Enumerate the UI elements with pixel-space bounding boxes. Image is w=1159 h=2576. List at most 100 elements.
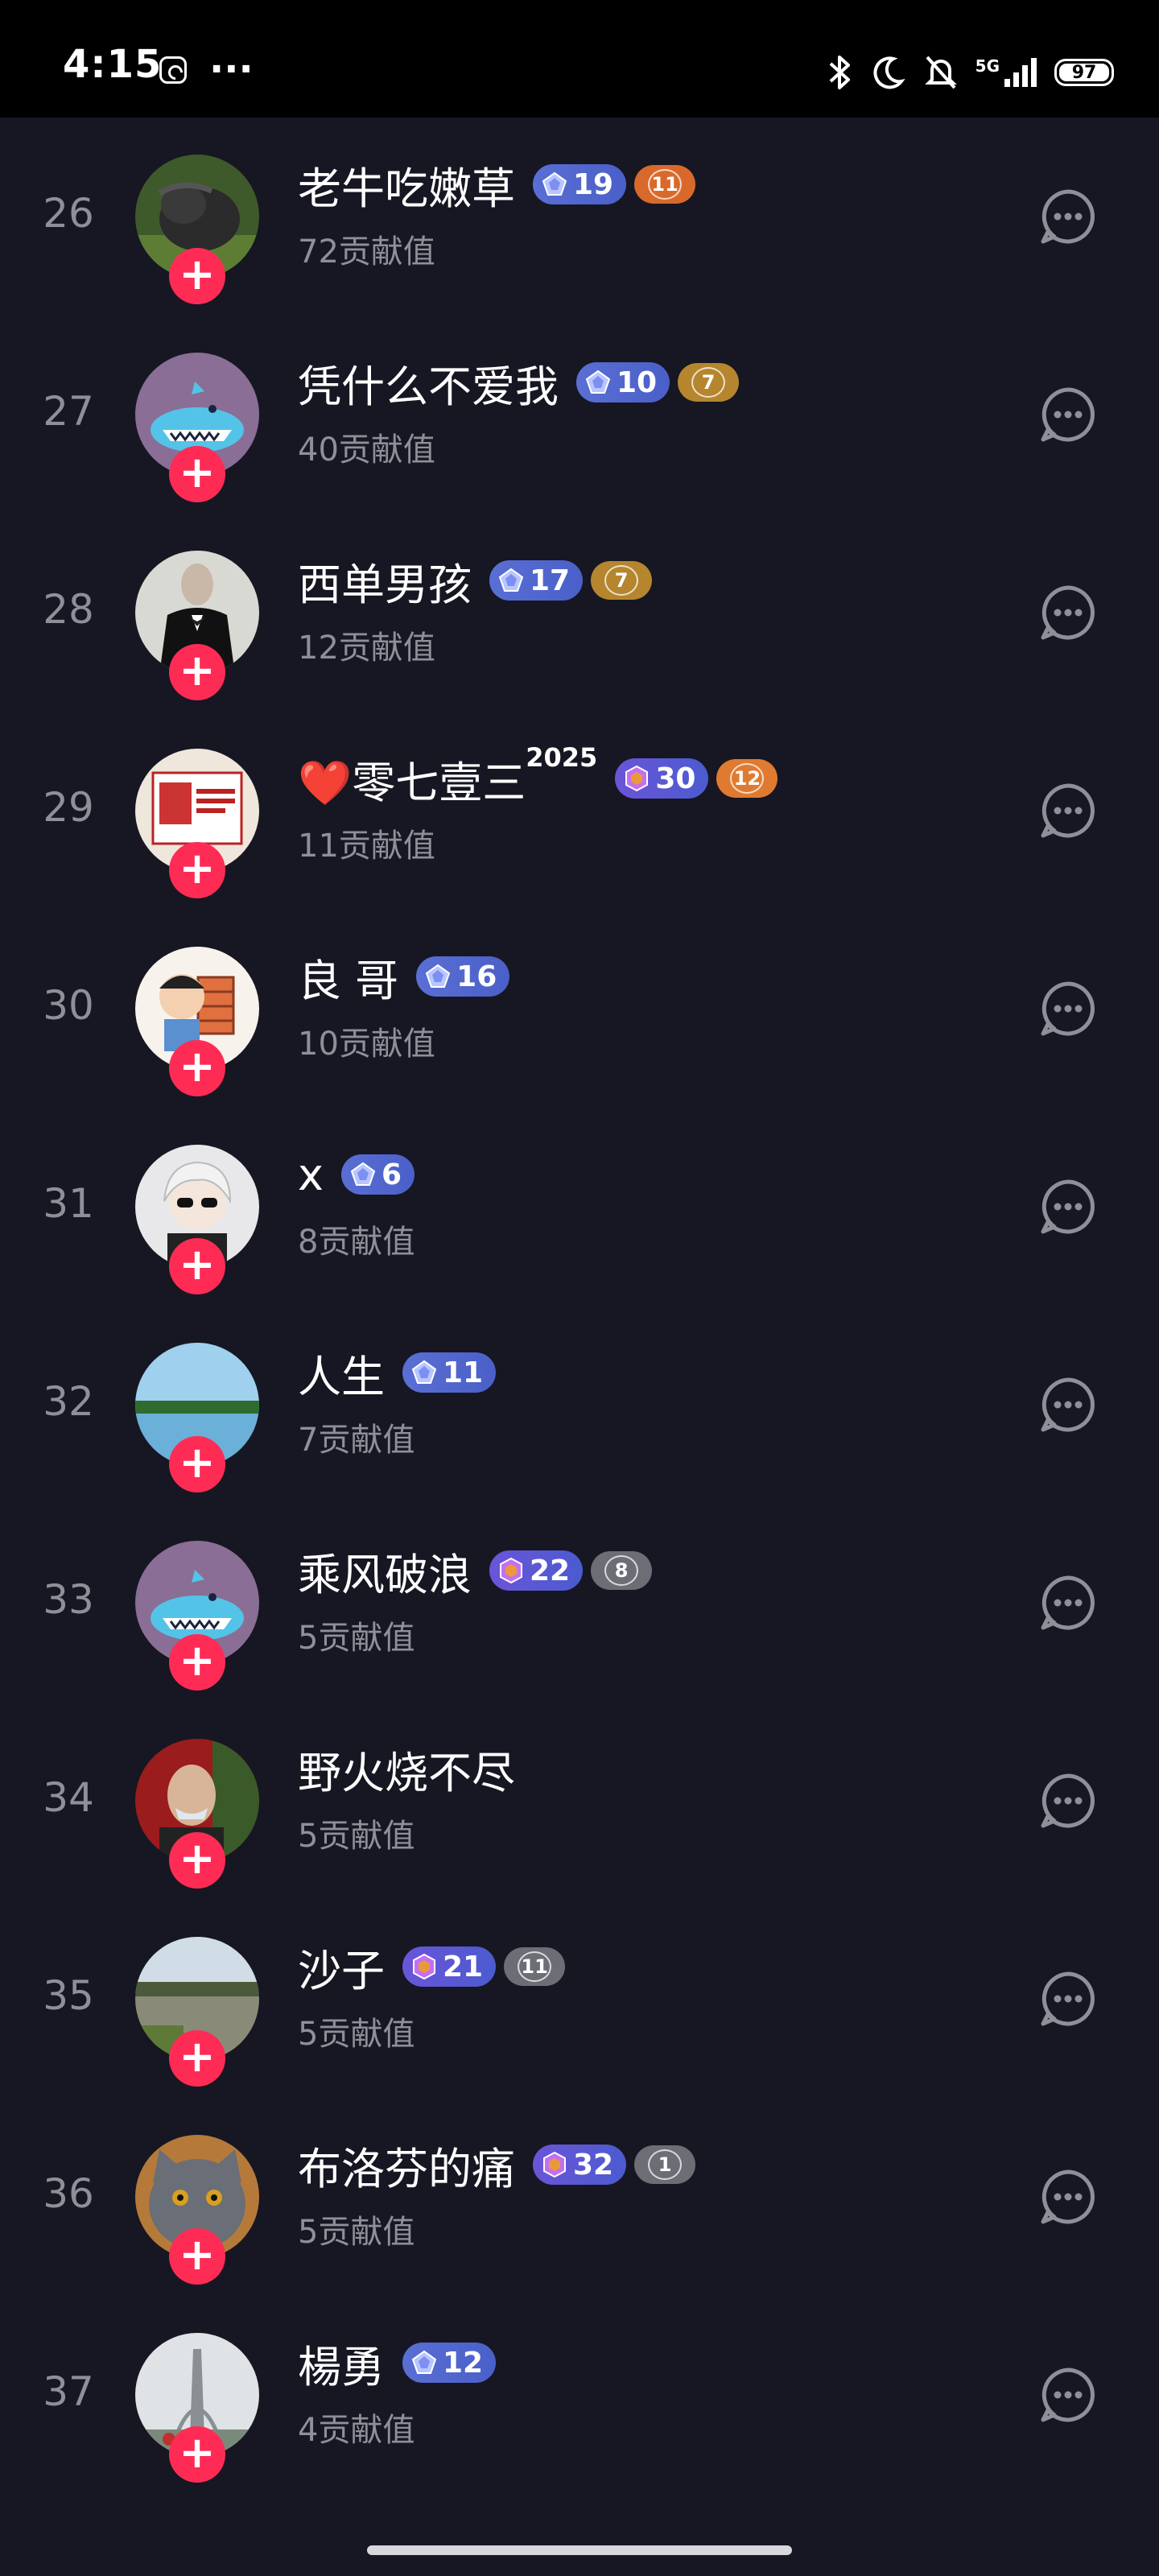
- contribution-value: 40贡献值: [298, 431, 435, 469]
- follow-button[interactable]: +: [169, 842, 225, 898]
- list-item[interactable]: 35 + 沙子 21 11 5贡献值: [0, 1900, 1159, 2098]
- rank-number: 29: [43, 784, 94, 831]
- list-item[interactable]: 26 + 老牛吃嫩草 19 11 72贡献值: [0, 118, 1159, 316]
- message-icon[interactable]: [1038, 1375, 1098, 1435]
- user-name-text: 人生: [298, 1351, 385, 1402]
- purple-gem-icon: [410, 1953, 438, 1980]
- list-item[interactable]: 34 + 野火烧不尽 5贡献值: [0, 1702, 1159, 1900]
- home-indicator[interactable]: [367, 2545, 792, 2555]
- message-icon[interactable]: [1038, 583, 1098, 642]
- user-level-value: 30: [655, 762, 696, 795]
- user-level-badge: 30: [615, 758, 709, 799]
- user-level-badge: 32: [533, 2145, 627, 2185]
- user-level-value: 21: [443, 1950, 484, 1984]
- list-item[interactable]: 31 + x 6 8贡献值: [0, 1108, 1159, 1306]
- user-name[interactable]: 乘风破浪: [298, 1539, 472, 1603]
- message-icon[interactable]: [1038, 1771, 1098, 1831]
- app-notification-icon: [159, 56, 187, 84]
- user-level-value: 12: [443, 2346, 484, 2380]
- user-name-text: 凭什么不爱我: [298, 361, 559, 412]
- user-level-value: 16: [456, 960, 497, 993]
- user-level-badge: 21: [402, 1946, 497, 1987]
- name-line: 沙子 21 11: [298, 1938, 566, 1996]
- rank-number: 28: [43, 586, 94, 633]
- user-name[interactable]: 良 哥: [298, 945, 398, 1009]
- follow-button[interactable]: +: [169, 1040, 225, 1096]
- message-icon[interactable]: [1038, 2167, 1098, 2227]
- follow-button[interactable]: +: [169, 1436, 225, 1492]
- user-level-value: 11: [443, 1356, 484, 1389]
- list-item[interactable]: 36 + 布洛芬的痛 32 1 5贡献值: [0, 2098, 1159, 2296]
- message-icon[interactable]: [1038, 1969, 1098, 2029]
- follow-button[interactable]: +: [169, 1238, 225, 1294]
- fan-club-badge: 7: [678, 363, 740, 402]
- fan-club-badge: 7: [591, 561, 653, 600]
- user-level-badge: 6: [340, 1154, 415, 1195]
- message-icon[interactable]: [1038, 385, 1098, 444]
- list-item[interactable]: 29 + ❤️零七壹三2025 30 12 11贡献值: [0, 712, 1159, 910]
- user-level-badge: 11: [402, 1352, 497, 1393]
- purple-gem-icon: [623, 765, 650, 792]
- follow-button[interactable]: +: [169, 446, 225, 502]
- user-level-value: 19: [573, 167, 614, 201]
- message-icon[interactable]: [1038, 187, 1098, 246]
- list-item[interactable]: 30 + 良 哥 16 10贡献值: [0, 910, 1159, 1108]
- diamond-gem-icon: [497, 567, 525, 594]
- fan-club-level: 12: [730, 763, 765, 794]
- follow-button[interactable]: +: [169, 1634, 225, 1690]
- follow-button[interactable]: +: [169, 2030, 225, 2087]
- contribution-value: 11贡献值: [298, 828, 435, 865]
- follow-button[interactable]: +: [169, 1832, 225, 1889]
- mute-bell-icon: [924, 56, 957, 89]
- diamond-gem-icon: [410, 2349, 438, 2376]
- user-name[interactable]: ❤️零七壹三2025: [298, 742, 597, 811]
- user-name-text: ❤️零七壹三: [298, 757, 526, 808]
- message-icon[interactable]: [1038, 979, 1098, 1038]
- rank-number: 35: [43, 1972, 94, 2019]
- user-name[interactable]: 人生: [298, 1341, 385, 1405]
- user-name[interactable]: 沙子: [298, 1935, 385, 1999]
- message-icon[interactable]: [1038, 2365, 1098, 2425]
- list-item[interactable]: 37 + 楊勇 12 4贡献值: [0, 2296, 1159, 2494]
- fan-club-level: 11: [648, 169, 683, 200]
- user-name-text: 野火烧不尽: [298, 1747, 515, 1798]
- user-name[interactable]: 西单男孩: [298, 549, 472, 613]
- user-name[interactable]: 楊勇: [298, 2331, 385, 2395]
- message-icon[interactable]: [1038, 1573, 1098, 1633]
- follow-button[interactable]: +: [169, 248, 225, 304]
- message-icon[interactable]: [1038, 1177, 1098, 1236]
- name-line: 凭什么不爱我 10 7: [298, 354, 740, 412]
- rank-number: 34: [43, 1774, 94, 1821]
- list-item[interactable]: 32 + 人生 11 7贡献值: [0, 1306, 1159, 1504]
- contribution-value: 5贡献值: [298, 1620, 415, 1657]
- user-name[interactable]: 野火烧不尽: [298, 1737, 515, 1801]
- list-item[interactable]: 33 + 乘风破浪 22 8 5贡献值: [0, 1504, 1159, 1702]
- follow-button[interactable]: +: [169, 2228, 225, 2285]
- contribution-value: 12贡献值: [298, 630, 435, 667]
- name-line: 野火烧不尽: [298, 1740, 515, 1798]
- follow-button[interactable]: +: [169, 2426, 225, 2483]
- fan-club-badge: 8: [591, 1551, 653, 1590]
- user-level-badge: 19: [533, 164, 627, 204]
- list-item[interactable]: 28 + 西单男孩 17 7 12贡献值: [0, 514, 1159, 712]
- rank-number: 37: [43, 2368, 94, 2415]
- message-icon[interactable]: [1038, 781, 1098, 840]
- user-name[interactable]: 老牛吃嫩草: [298, 153, 515, 217]
- list-item[interactable]: 27 + 凭什么不爱我 10 7 40贡献值: [0, 316, 1159, 514]
- fan-club-level: 7: [604, 565, 639, 596]
- user-name-text: 布洛芬的痛: [298, 2143, 515, 2194]
- name-line: 楊勇 12: [298, 2334, 497, 2392]
- follow-button[interactable]: +: [169, 644, 225, 700]
- user-name[interactable]: x: [298, 1150, 324, 1200]
- user-name-text: 楊勇: [298, 2341, 385, 2392]
- name-line: 西单男孩 17 7: [298, 552, 653, 610]
- user-name-text: 沙子: [298, 1945, 385, 1996]
- contribution-value: 72贡献值: [298, 233, 435, 270]
- diamond-gem-icon: [541, 171, 568, 198]
- fan-club-badge: 11: [634, 165, 696, 204]
- contribution-value: 8贡献值: [298, 1224, 415, 1261]
- user-name[interactable]: 凭什么不爱我: [298, 351, 559, 415]
- user-name[interactable]: 布洛芬的痛: [298, 2133, 515, 2197]
- user-level-badge: 17: [489, 560, 584, 601]
- user-level-badge: 16: [416, 956, 510, 997]
